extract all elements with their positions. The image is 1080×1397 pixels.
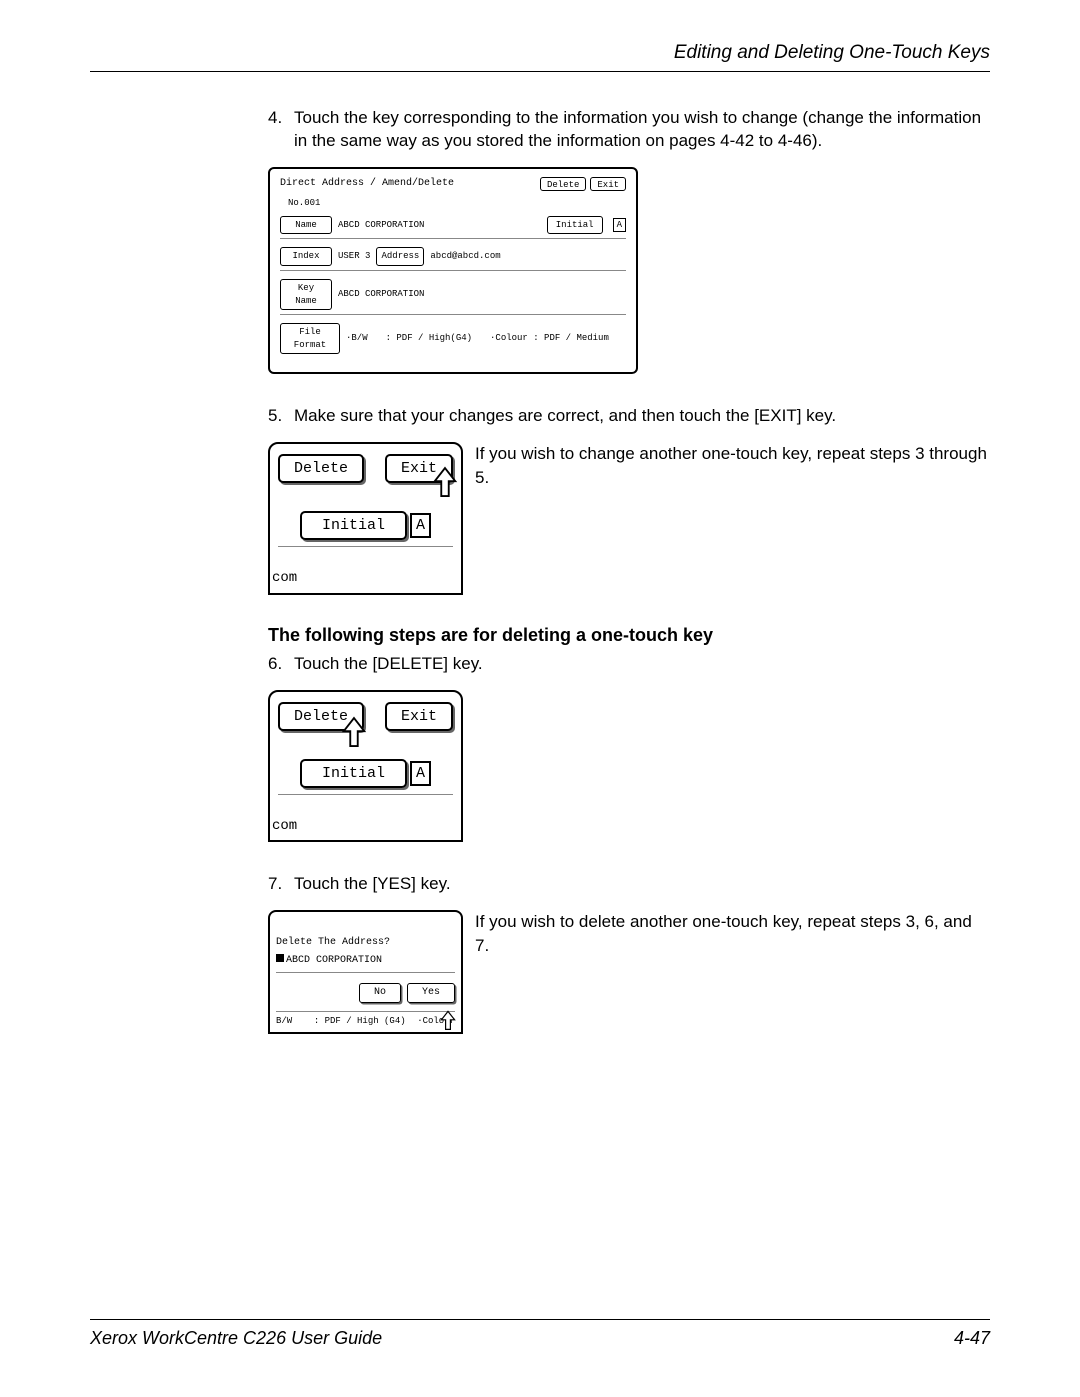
step-7-note: If you wish to delete another one-touch …: [475, 910, 990, 1034]
delete-section-heading: The following steps are for deleting a o…: [268, 623, 990, 648]
initial-button: Initial: [300, 511, 407, 540]
address-label: Address: [376, 247, 424, 266]
step-5: 5. Make sure that your changes are corre…: [268, 404, 990, 428]
figure-amend-delete-screen: Direct Address / Amend/Delete Delete Exi…: [268, 167, 638, 374]
footer-title: Xerox WorkCentre C226 User Guide: [90, 1326, 382, 1351]
step-4: 4. Touch the key corresponding to the in…: [268, 106, 990, 154]
cursor-icon: [431, 466, 459, 500]
cursor-icon: [340, 716, 368, 750]
step-number: 4.: [268, 106, 294, 154]
bw-label: B/W: [276, 1016, 292, 1026]
fileformat-bw-value: : PDF / High(G4): [386, 332, 472, 345]
page-footer: Xerox WorkCentre C226 User Guide 4-47: [90, 1319, 990, 1351]
fileformat-colour-value: ·Colour : PDF / Medium: [490, 332, 609, 345]
figure-delete-closeup: Delete Exit Initial A com: [268, 690, 463, 843]
exit-button: Exit: [385, 454, 453, 483]
step-7: 7. Touch the [YES] key.: [268, 872, 990, 896]
exit-button: Exit: [590, 177, 626, 191]
index-value: USER 3: [338, 250, 370, 263]
step-text: Touch the [DELETE] key.: [294, 652, 990, 676]
step-text: Make sure that your changes are correct,…: [294, 404, 990, 428]
delete-button: Delete: [278, 454, 364, 483]
step-number: 7.: [268, 872, 294, 896]
com-text: com: [272, 817, 453, 837]
no-button: No: [359, 983, 401, 1003]
step-text: Touch the [YES] key.: [294, 872, 990, 896]
delete-button: Delete: [278, 702, 364, 731]
index-label: Index: [280, 247, 332, 266]
confirm-question: Delete The Address?: [276, 936, 455, 950]
step-6: 6. Touch the [DELETE] key.: [268, 652, 990, 676]
step-number: 6.: [268, 652, 294, 676]
figure-exit-closeup: Delete Exit Initial A com: [268, 442, 463, 595]
address-value: abcd@abcd.com: [430, 250, 500, 263]
cursor-icon: [439, 1010, 457, 1032]
bw-value: : PDF / High (G4): [314, 1016, 406, 1026]
com-text: com: [272, 569, 453, 589]
step-text: Touch the key corresponding to the infor…: [294, 106, 990, 154]
step-number: 5.: [268, 404, 294, 428]
keyname-label: Key Name: [280, 279, 332, 310]
fig-title: Direct Address / Amend/Delete: [280, 177, 454, 191]
section-header: Editing and Deleting One-Touch Keys: [90, 40, 990, 72]
delete-button: Delete: [540, 177, 586, 191]
fileformat-bw-label: ·B/W: [346, 332, 368, 345]
page-number: 4-47: [954, 1326, 990, 1351]
initial-value: A: [613, 218, 626, 233]
initial-button: Initial: [300, 759, 407, 788]
initial-value: A: [410, 761, 431, 786]
exit-button: Exit: [385, 702, 453, 731]
name-label: Name: [280, 216, 332, 235]
figure-confirm-delete: Delete The Address? ABCD CORPORATION No …: [268, 910, 463, 1034]
yes-button: Yes: [407, 983, 455, 1003]
keyname-value: ABCD CORPORATION: [338, 288, 424, 301]
step-5-note: If you wish to change another one-touch …: [475, 442, 990, 595]
name-value: ABCD CORPORATION: [338, 219, 424, 232]
bullet-icon: [276, 954, 284, 962]
confirm-name: ABCD CORPORATION: [276, 954, 455, 973]
entry-number: No.001: [288, 197, 626, 210]
fileformat-label: File Format: [280, 323, 340, 354]
initial-button: Initial: [547, 216, 603, 235]
initial-value: A: [410, 513, 431, 538]
